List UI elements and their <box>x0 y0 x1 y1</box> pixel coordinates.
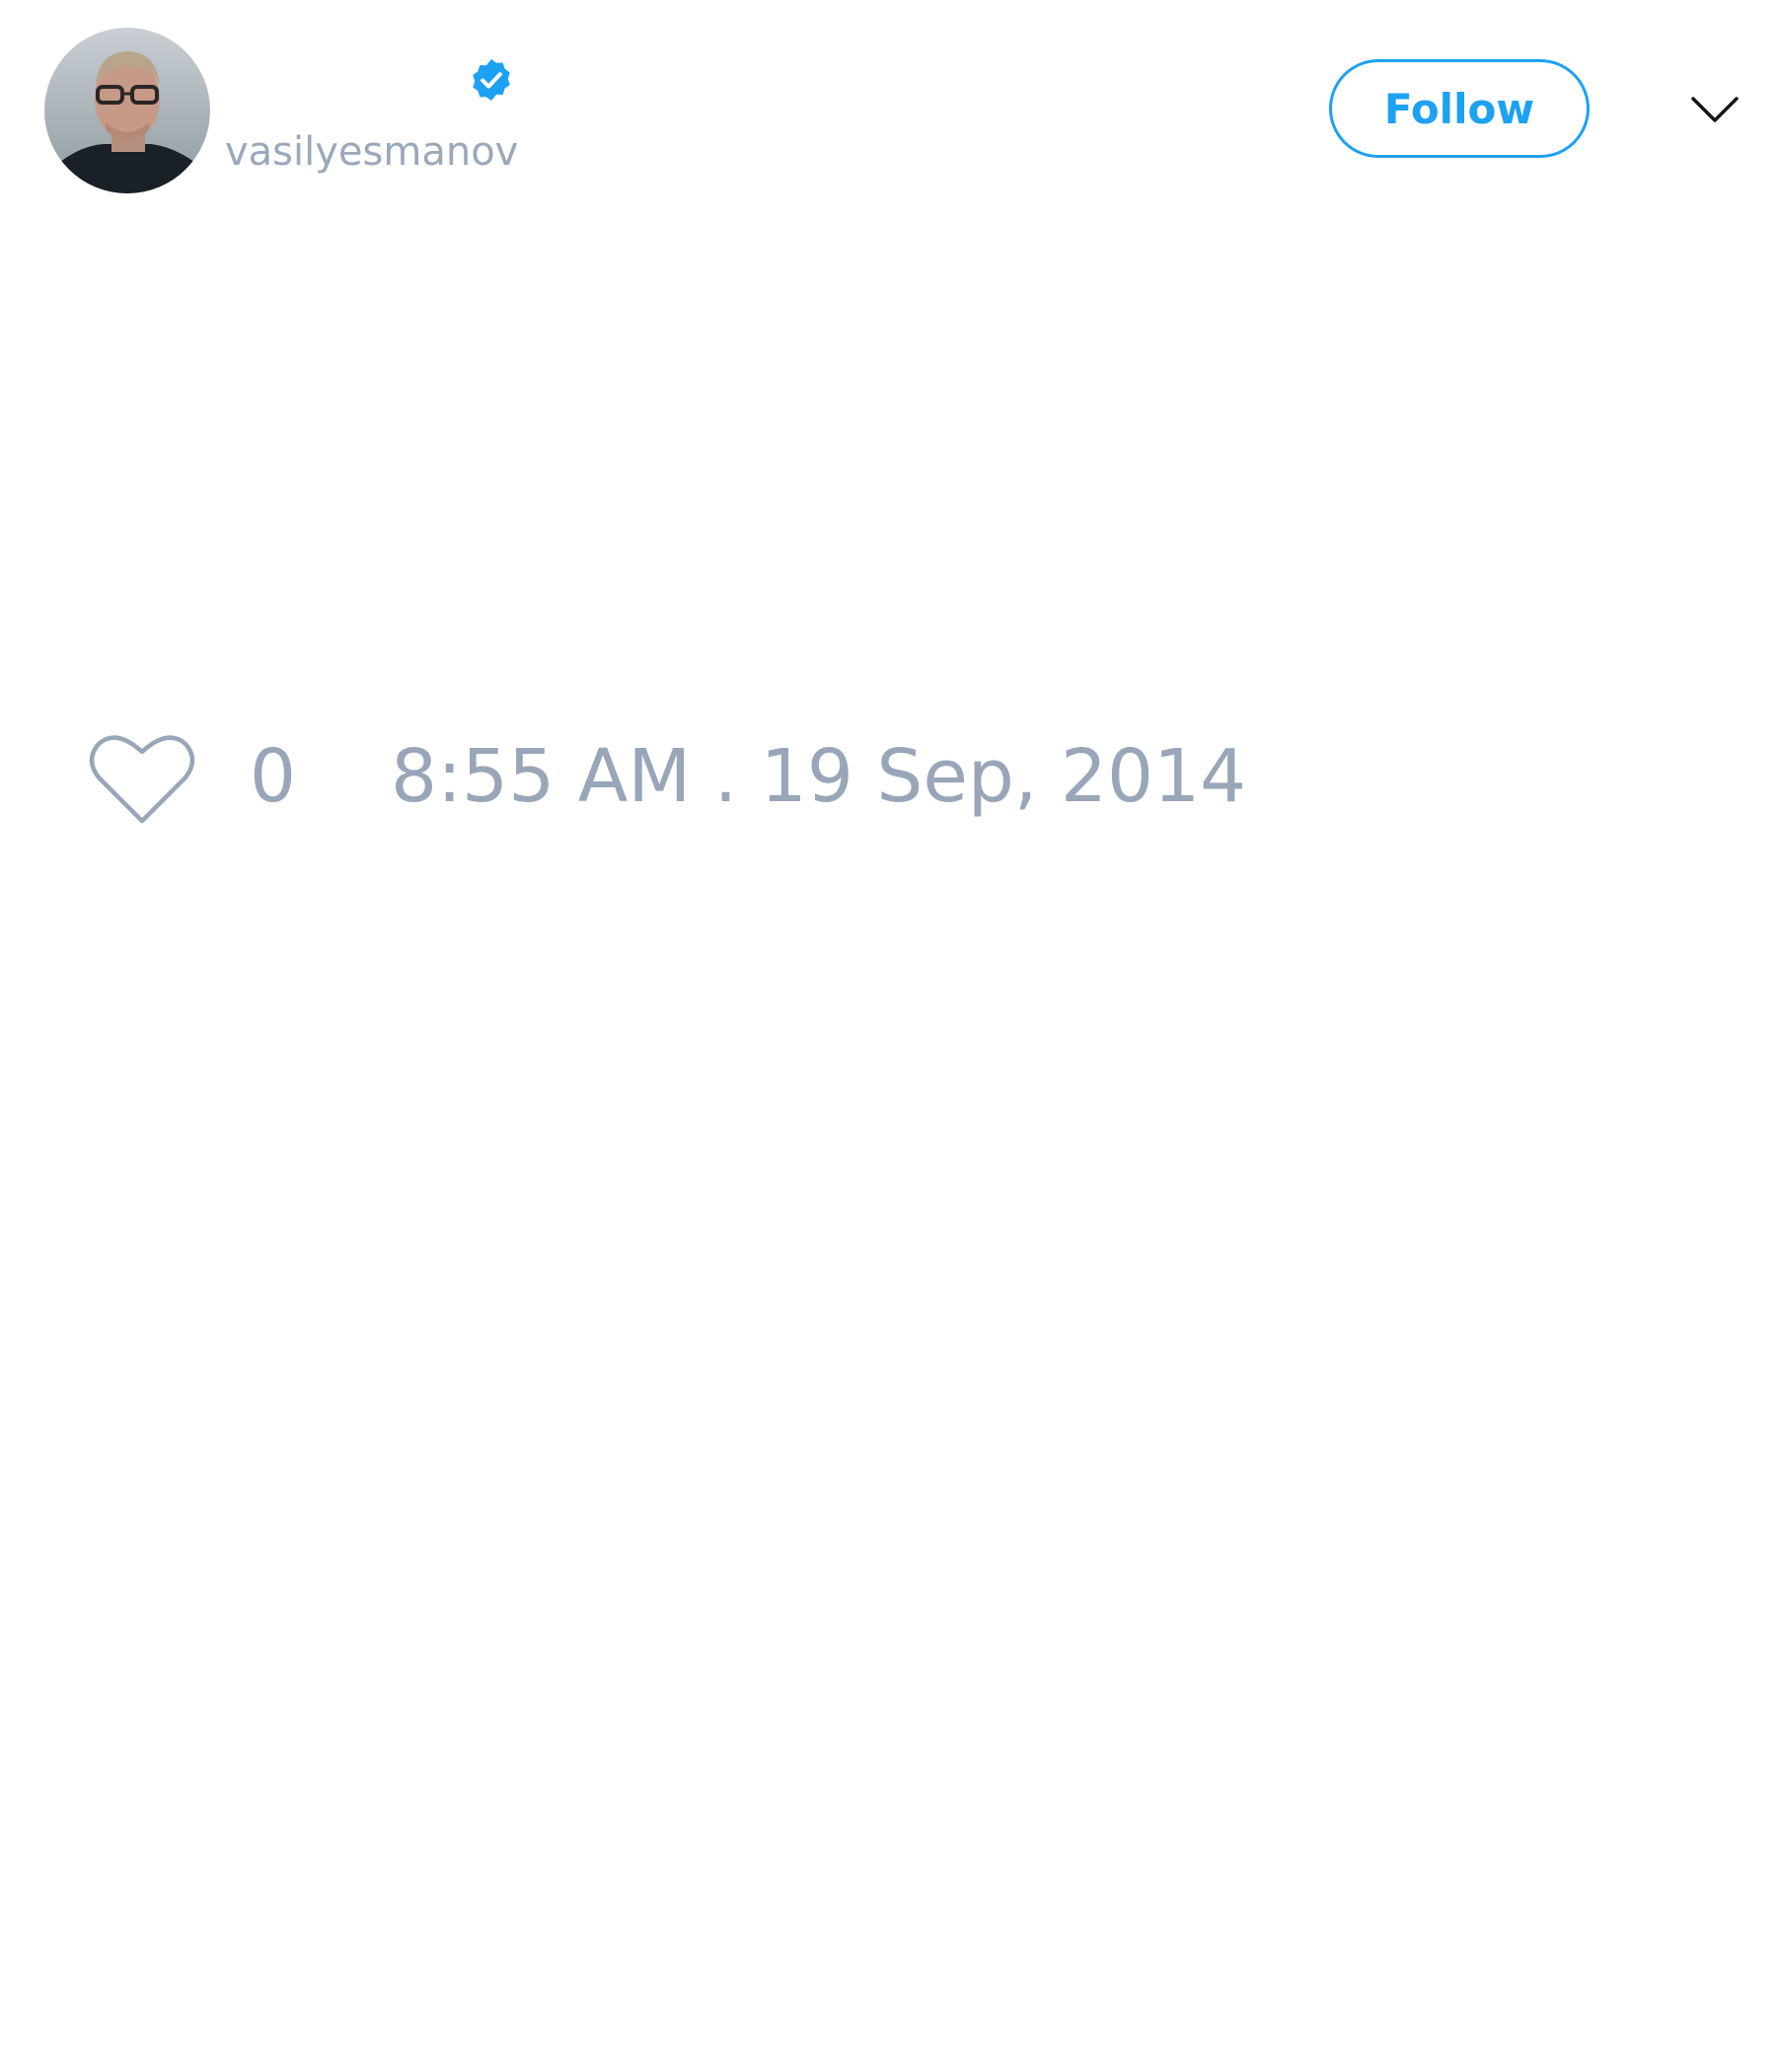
follow-button[interactable]: Follow <box>1329 59 1590 158</box>
author-avatar[interactable] <box>44 28 210 193</box>
author-username[interactable]: vasilyesmanov <box>225 126 518 178</box>
like-count: 0 <box>250 734 297 819</box>
avatar-photo <box>44 28 210 193</box>
heart-outline-icon <box>89 735 195 824</box>
chevron-down-icon[interactable] <box>1689 89 1740 128</box>
like-button[interactable] <box>87 728 197 827</box>
tweet-timestamp[interactable]: 8:55 AM . 19 Sep, 2014 <box>391 732 1246 821</box>
verified-badge-icon <box>468 56 515 104</box>
